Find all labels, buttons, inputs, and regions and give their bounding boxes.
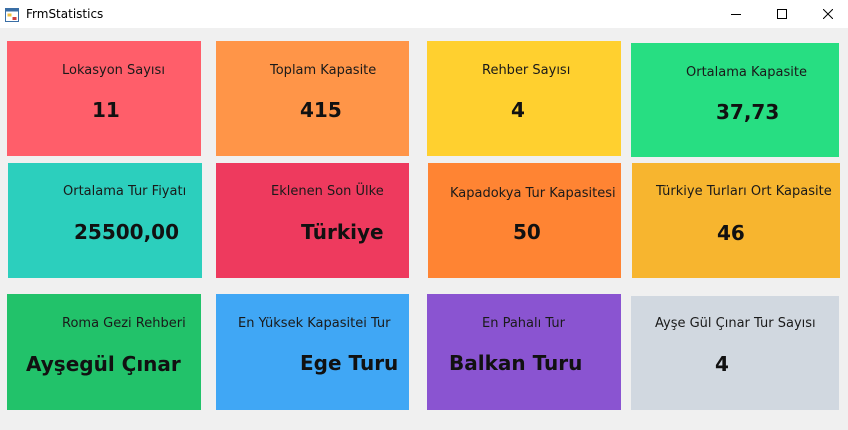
card-label: Kapadokya Tur Kapasitesi xyxy=(450,186,616,201)
card-toplam-kapasite: Toplam Kapasite 415 xyxy=(216,41,409,156)
card-value: Balkan Turu xyxy=(449,351,583,375)
maximize-icon xyxy=(777,9,787,19)
card-value: 4 xyxy=(715,352,729,376)
card-en-pahali-tur: En Pahalı Tur Balkan Turu xyxy=(427,294,621,410)
form-icon[interactable] xyxy=(5,7,19,22)
maximize-button[interactable] xyxy=(759,0,805,28)
card-label: Ayşe Gül Çınar Tur Sayısı xyxy=(655,316,816,331)
card-value: 50 xyxy=(513,220,541,244)
card-value: 11 xyxy=(92,98,120,122)
card-eklenen-son-ulke: Eklenen Son Ülke Türkiye xyxy=(216,163,409,278)
card-en-yuksek-kapasite-tur: En Yüksek Kapasitei Tur Ege Turu xyxy=(216,294,409,410)
card-value: 4 xyxy=(511,98,525,122)
card-label: Türkiye Turları Ort Kapasite xyxy=(656,184,832,199)
card-turkiye-turlari-ort-kapasite: Türkiye Turları Ort Kapasite 46 xyxy=(632,163,840,278)
card-value: 415 xyxy=(300,98,342,122)
card-value: 25500,00 xyxy=(74,220,180,244)
close-icon xyxy=(823,9,833,19)
card-ayse-gul-cinar-tur-sayisi: Ayşe Gül Çınar Tur Sayısı 4 xyxy=(631,296,839,410)
card-roma-gezi-rehberi: Roma Gezi Rehberi Ayşegül Çınar xyxy=(7,294,201,410)
card-label: Ortalama Kapasite xyxy=(686,65,807,80)
card-label: Ortalama Tur Fiyatı xyxy=(63,184,187,199)
title-bar: FrmStatistics xyxy=(0,0,848,28)
minimize-button[interactable] xyxy=(713,0,759,28)
card-label: Rehber Sayısı xyxy=(482,63,571,78)
card-value: Ayşegül Çınar xyxy=(26,352,181,376)
card-kapadokya-tur-kapasitesi: Kapadokya Tur Kapasitesi 50 xyxy=(428,163,621,278)
card-value: Ege Turu xyxy=(300,351,399,375)
close-button[interactable] xyxy=(805,0,848,28)
card-value: Türkiye xyxy=(301,220,384,244)
card-lokasyon-sayisi: Lokasyon Sayısı 11 xyxy=(7,41,201,156)
minimize-icon xyxy=(731,14,741,15)
card-label: En Yüksek Kapasitei Tur xyxy=(238,316,391,331)
window-title: FrmStatistics xyxy=(26,7,104,21)
card-label: En Pahalı Tur xyxy=(482,316,565,331)
card-value: 37,73 xyxy=(716,100,780,124)
card-label: Eklenen Son Ülke xyxy=(271,184,384,199)
card-label: Roma Gezi Rehberi xyxy=(62,316,186,331)
card-label: Toplam Kapasite xyxy=(270,63,377,78)
card-ortalama-tur-fiyati: Ortalama Tur Fiyatı 25500,00 xyxy=(8,163,202,278)
card-rehber-sayisi: Rehber Sayısı 4 xyxy=(427,41,621,156)
card-ortalama-kapasite: Ortalama Kapasite 37,73 xyxy=(631,43,839,157)
card-label: Lokasyon Sayısı xyxy=(62,63,165,78)
card-value: 46 xyxy=(717,221,745,245)
